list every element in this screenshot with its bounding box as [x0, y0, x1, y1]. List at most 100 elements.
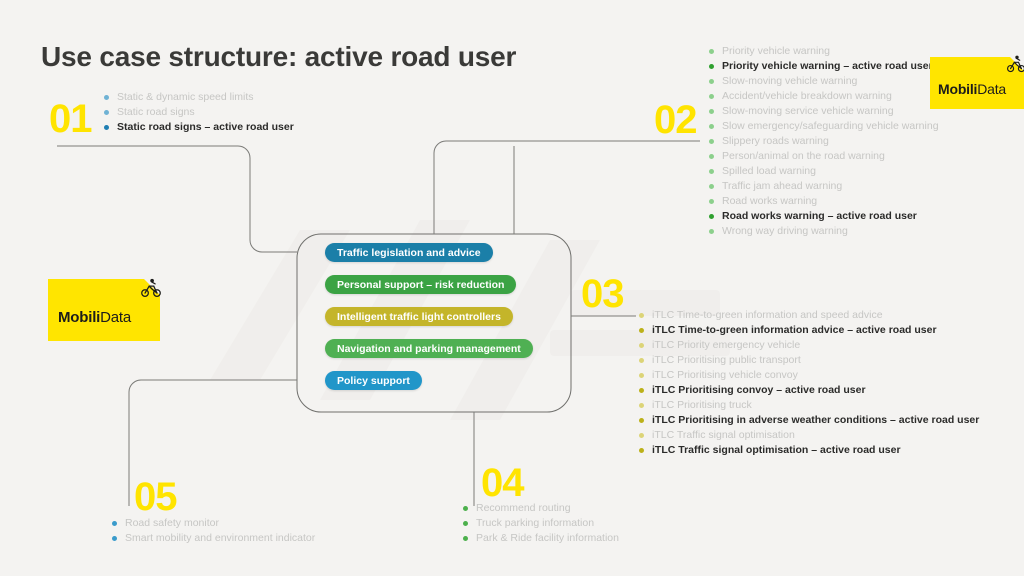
bullet-dot-icon — [639, 313, 644, 318]
list-item-label: Person/animal on the road warning — [722, 150, 885, 162]
bullet-dot-icon — [639, 418, 644, 423]
list-item-label: Road works warning – active road user — [722, 210, 917, 222]
list-item: iTLC Time-to-green information and speed… — [639, 308, 979, 323]
list-item-label: Slow-moving vehicle warning — [722, 75, 858, 87]
list-item: Slow-moving service vehicle warning — [709, 104, 939, 119]
list-item-label: Static & dynamic speed limits — [117, 91, 254, 103]
group-number-02: 02 — [654, 98, 697, 142]
slide-canvas: Use case structure: active road user 01 … — [0, 0, 1024, 576]
list-item-label: Road safety monitor — [125, 517, 219, 529]
mobilidata-logo-right: MobiliData — [930, 55, 1024, 115]
bullet-list-04: Recommend routing Truck parking informati… — [463, 501, 619, 546]
list-item-label: Slow-moving service vehicle warning — [722, 105, 894, 117]
list-item-label: Accident/vehicle breakdown warning — [722, 90, 892, 102]
list-item-label: iTLC Time-to-green information and speed… — [652, 309, 883, 321]
bullet-dot-icon — [709, 139, 714, 144]
list-item: Static road signs – active road user — [104, 120, 294, 135]
mobilidata-logo-left: MobiliData — [48, 278, 168, 347]
list-item: Traffic jam ahead warning — [709, 179, 939, 194]
list-item-label: iTLC Time-to-green information advice – … — [652, 324, 937, 336]
bullet-dot-icon — [709, 229, 714, 234]
list-item: Slippery roads warning — [709, 134, 939, 149]
list-item-label: Static road signs — [117, 106, 195, 118]
bullet-dot-icon — [112, 521, 117, 526]
bullet-dot-icon — [709, 109, 714, 114]
group-number-04: 04 — [481, 461, 524, 505]
list-item: Truck parking information — [463, 516, 619, 531]
bullet-list-05: Road safety monitor Smart mobility and en… — [112, 516, 315, 546]
bullet-dot-icon — [709, 49, 714, 54]
pill-policy-support[interactable]: Policy support — [325, 371, 422, 390]
list-item-label: Traffic jam ahead warning — [722, 180, 843, 192]
group-number-03: 03 — [581, 272, 624, 316]
list-item: iTLC Prioritising convoy – active road u… — [639, 383, 979, 398]
list-item-label: Road works warning — [722, 195, 818, 207]
pill-navigation-and-parking-management[interactable]: Navigation and parking management — [325, 339, 533, 358]
list-item: iTLC Priority emergency vehicle — [639, 338, 979, 353]
list-item: iTLC Prioritising vehicle convoy — [639, 368, 979, 383]
list-item-label: iTLC Priority emergency vehicle — [652, 339, 801, 351]
bullet-list-01: Static & dynamic speed limits Static road… — [104, 90, 294, 135]
list-item-label: iTLC Traffic signal optimisation — [652, 429, 795, 441]
list-item: Person/animal on the road warning — [709, 149, 939, 164]
list-item-label: iTLC Prioritising vehicle convoy — [652, 369, 798, 381]
logo-word-light: Data — [977, 81, 1007, 97]
bullet-dot-icon — [639, 448, 644, 453]
list-item: Static road signs — [104, 105, 294, 120]
list-item-label: Priority vehicle warning — [722, 45, 830, 57]
bullet-list-03: iTLC Time-to-green information and speed… — [639, 308, 979, 458]
bullet-dot-icon — [709, 124, 714, 129]
bullet-dot-icon — [709, 94, 714, 99]
pill-traffic-legislation-and-advice[interactable]: Traffic legislation and advice — [325, 243, 493, 262]
list-item-label: Wrong way driving warning — [722, 225, 848, 237]
list-item: Spilled load warning — [709, 164, 939, 179]
bullet-dot-icon — [463, 521, 468, 526]
list-item-label: Slow emergency/safeguarding vehicle warn… — [722, 120, 939, 132]
list-item: Slow emergency/safeguarding vehicle warn… — [709, 119, 939, 134]
bullet-dot-icon — [709, 64, 714, 69]
group-number-01: 01 — [49, 97, 92, 141]
list-item: iTLC Prioritising truck — [639, 398, 979, 413]
list-item: Smart mobility and environment indicator — [112, 531, 315, 546]
list-item: Slow-moving vehicle warning — [709, 74, 939, 89]
list-item: iTLC Prioritising in adverse weather con… — [639, 413, 979, 428]
bullet-dot-icon — [709, 169, 714, 174]
list-item: Park & Ride facility information — [463, 531, 619, 546]
list-item: Priority vehicle warning — [709, 44, 939, 59]
list-item: Road works warning – active road user — [709, 209, 939, 224]
bullet-dot-icon — [639, 403, 644, 408]
bullet-list-02: Priority vehicle warning Priority vehicle… — [709, 44, 939, 239]
bullet-dot-icon — [639, 328, 644, 333]
bullet-dot-icon — [104, 95, 109, 100]
bullet-dot-icon — [639, 433, 644, 438]
list-item: Road works warning — [709, 194, 939, 209]
list-item-label: Recommend routing — [476, 502, 571, 514]
bullet-dot-icon — [639, 388, 644, 393]
list-item: iTLC Traffic signal optimisation – activ… — [639, 443, 979, 458]
list-item-label: Slippery roads warning — [722, 135, 829, 147]
logo-word-bold: Mobili — [58, 309, 101, 326]
pill-intelligent-traffic-light-controllers[interactable]: Intelligent traffic light controllers — [325, 307, 513, 326]
cyclist-icon — [141, 278, 161, 297]
pill-personal-support-risk-reduction[interactable]: Personal support – risk reduction — [325, 275, 517, 294]
logo-wordmark: MobiliData — [938, 81, 1006, 97]
bullet-dot-icon — [709, 154, 714, 159]
list-item: Static & dynamic speed limits — [104, 90, 294, 105]
list-item: iTLC Prioritising public transport — [639, 353, 979, 368]
bullet-dot-icon — [104, 110, 109, 115]
bullet-dot-icon — [639, 373, 644, 378]
list-item: Road safety monitor — [112, 516, 315, 531]
bullet-dot-icon — [709, 184, 714, 189]
logo-word-light: Data — [100, 309, 132, 326]
list-item-label: iTLC Prioritising truck — [652, 399, 752, 411]
bullet-dot-icon — [709, 199, 714, 204]
bullet-dot-icon — [463, 506, 468, 511]
cyclist-icon — [1007, 55, 1024, 73]
list-item-label: Spilled load warning — [722, 165, 816, 177]
list-item: Accident/vehicle breakdown warning — [709, 89, 939, 104]
list-item-label: iTLC Traffic signal optimisation – activ… — [652, 444, 901, 456]
logo-word-bold: Mobili — [938, 81, 978, 97]
list-item: Recommend routing — [463, 501, 619, 516]
bullet-dot-icon — [709, 79, 714, 84]
list-item: Wrong way driving warning — [709, 224, 939, 239]
